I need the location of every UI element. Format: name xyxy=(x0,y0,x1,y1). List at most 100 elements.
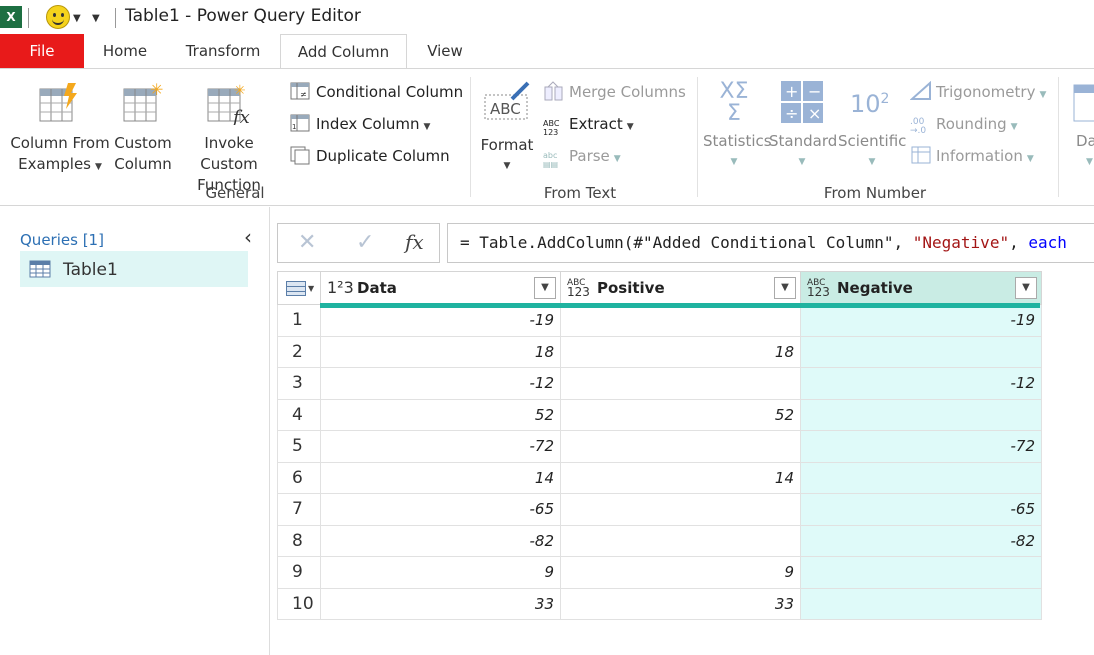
row-number[interactable]: 6 xyxy=(277,461,321,494)
positive-cell[interactable] xyxy=(560,304,801,337)
information-button[interactable]: Information ▼ xyxy=(910,144,1034,168)
smiley-icon[interactable] xyxy=(46,5,70,29)
any-type-icon[interactable]: ABC 123 xyxy=(807,279,830,299)
information-label: Information xyxy=(936,147,1023,165)
row-number[interactable]: 5 xyxy=(277,430,321,463)
invoke-custom-function-icon: ✳ fx xyxy=(207,83,250,125)
standard-icon: + − ÷ × xyxy=(781,81,823,123)
column-from-examples-button[interactable]: Column From Examples ▼ xyxy=(8,83,112,178)
date-button[interactable]: Da ▼ xyxy=(1070,81,1094,173)
row-number[interactable]: 4 xyxy=(277,398,321,431)
insert-function-icon[interactable]: fx xyxy=(405,230,424,254)
table-menu-header[interactable]: ▼ xyxy=(277,271,321,305)
invoke-custom-function-button[interactable]: ✳ fx Invoke Custom Function xyxy=(174,83,284,196)
positive-cell[interactable] xyxy=(560,493,801,526)
parse-button[interactable]: abc ▤▤ Parse ▼ xyxy=(543,144,621,169)
positive-cell[interactable] xyxy=(560,367,801,400)
rounding-button[interactable]: .00 →.0 Rounding ▼ xyxy=(910,112,1018,136)
group-label-general: General xyxy=(205,184,265,202)
format-button[interactable]: ABC Format ▼ xyxy=(478,81,536,177)
tab-file[interactable]: File xyxy=(0,34,84,69)
statistics-button[interactable]: ΧΣ Σ Statistics ▼ xyxy=(703,79,772,173)
index-column-button[interactable]: 1 Index Column ▼ xyxy=(290,112,430,136)
column-header-data[interactable]: 1²3 Data ▼ xyxy=(320,271,561,305)
tab-transform[interactable]: Transform xyxy=(178,34,268,69)
svg-text:ABC: ABC xyxy=(490,100,521,118)
custom-column-button[interactable]: ✳ Custom Column xyxy=(112,83,174,175)
column-header-negative[interactable]: ABC 123 Negative ▼ xyxy=(800,271,1042,305)
standard-label: Standard xyxy=(769,132,838,150)
scientific-button[interactable]: 102 Scientific ▼ xyxy=(838,81,906,173)
negative-cell[interactable]: -19 xyxy=(800,304,1042,337)
tab-add-column[interactable]: Add Column xyxy=(280,34,407,69)
positive-cell[interactable] xyxy=(560,430,801,463)
svg-text:−: − xyxy=(808,82,821,101)
positive-cell[interactable] xyxy=(560,524,801,557)
data-cell[interactable]: 33 xyxy=(320,587,561,620)
negative-cell[interactable]: -65 xyxy=(800,493,1042,526)
negative-cell[interactable]: -72 xyxy=(800,430,1042,463)
conditional-column-button[interactable]: ≠ Conditional Column xyxy=(290,80,463,104)
quick-access-customize-icon[interactable]: ▼ xyxy=(92,13,100,24)
positive-cell[interactable]: 52 xyxy=(560,398,801,431)
title-separator xyxy=(28,8,29,28)
svg-text:+: + xyxy=(785,82,798,101)
row-number[interactable]: 3 xyxy=(277,367,321,400)
chevron-down-icon: ▼ xyxy=(503,161,511,171)
excel-icon[interactable]: X xyxy=(0,6,22,28)
window-title: Table1 - Power Query Editor xyxy=(125,6,361,26)
cancel-formula-icon[interactable]: ✕ xyxy=(298,230,316,255)
row-number[interactable]: 8 xyxy=(277,524,321,557)
query-item-table1[interactable]: Table1 xyxy=(20,251,248,287)
data-cell[interactable]: -82 xyxy=(320,524,561,557)
filter-dropdown-icon[interactable]: ▼ xyxy=(774,277,796,299)
merge-columns-label: Merge Columns xyxy=(569,83,686,101)
column-from-examples-label-2: Examples xyxy=(18,155,91,173)
extract-button[interactable]: ABC 123 Extract ▼ xyxy=(543,112,634,137)
column-header-positive[interactable]: ABC 123 Positive ▼ xyxy=(560,271,801,305)
positive-cell[interactable]: 9 xyxy=(560,556,801,589)
positive-cell[interactable]: 33 xyxy=(560,587,801,620)
data-cell[interactable]: 14 xyxy=(320,461,561,494)
negative-cell[interactable] xyxy=(800,556,1042,589)
data-cell[interactable]: -12 xyxy=(320,367,561,400)
negative-cell[interactable]: -82 xyxy=(800,524,1042,557)
duplicate-column-button[interactable]: Duplicate Column xyxy=(290,144,450,168)
collapse-pane-icon[interactable]: ‹ xyxy=(244,225,252,249)
chevron-down-icon: ▼ xyxy=(94,162,102,172)
table-row: 3 -12 -12 xyxy=(277,367,1042,400)
tab-view[interactable]: View xyxy=(420,34,470,69)
confirm-formula-icon[interactable]: ✓ xyxy=(356,230,374,255)
filter-dropdown-icon[interactable]: ▼ xyxy=(534,277,556,299)
trigonometry-button[interactable]: Trigonometry ▼ xyxy=(910,80,1046,104)
positive-cell[interactable]: 14 xyxy=(560,461,801,494)
any-type-icon[interactable]: ABC 123 xyxy=(567,279,590,299)
data-cell[interactable]: 52 xyxy=(320,398,561,431)
data-cell[interactable]: 18 xyxy=(320,335,561,368)
smiley-dropdown-icon[interactable]: ▼ xyxy=(73,13,81,24)
row-number[interactable]: 9 xyxy=(277,556,321,589)
data-cell[interactable]: -19 xyxy=(320,304,561,337)
positive-cell[interactable]: 18 xyxy=(560,335,801,368)
negative-cell[interactable] xyxy=(800,587,1042,620)
svg-text:✳: ✳ xyxy=(150,83,163,99)
row-number[interactable]: 10 xyxy=(277,587,321,620)
negative-cell[interactable] xyxy=(800,335,1042,368)
merge-columns-button[interactable]: Merge Columns xyxy=(543,80,686,104)
negative-cell[interactable] xyxy=(800,398,1042,431)
row-number[interactable]: 1 xyxy=(277,304,321,337)
title-separator xyxy=(115,8,116,28)
data-cell[interactable]: -65 xyxy=(320,493,561,526)
statistics-icon: ΧΣ Σ xyxy=(719,79,749,126)
filter-dropdown-icon[interactable]: ▼ xyxy=(1015,277,1037,299)
formula-bar[interactable]: = Table.AddColumn(#"Added Conditional Co… xyxy=(447,223,1094,263)
negative-cell[interactable]: -12 xyxy=(800,367,1042,400)
whole-number-type-icon[interactable]: 1²3 xyxy=(327,278,354,297)
data-cell[interactable]: -72 xyxy=(320,430,561,463)
row-number[interactable]: 2 xyxy=(277,335,321,368)
negative-cell[interactable] xyxy=(800,461,1042,494)
standard-button[interactable]: + − ÷ × Standard ▼ xyxy=(769,81,838,173)
row-number[interactable]: 7 xyxy=(277,493,321,526)
tab-home[interactable]: Home xyxy=(95,34,155,69)
data-cell[interactable]: 9 xyxy=(320,556,561,589)
